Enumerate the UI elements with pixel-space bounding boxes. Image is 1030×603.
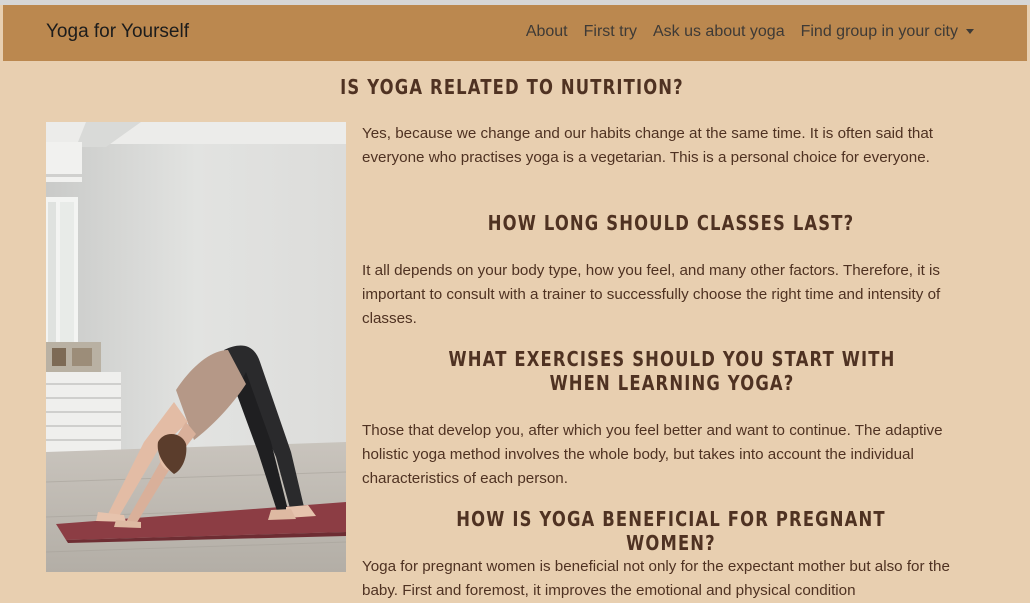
section-text: Yoga for pregnant women is beneficial no… (362, 558, 950, 599)
nav-dropdown-find-group[interactable]: Find group in your city (801, 23, 974, 41)
section-heading: HOW IS YOGA BENEFICIAL FOR PREGNANT WOME… (456, 507, 886, 555)
navbar: Yoga for Yourself About First try Ask us… (3, 5, 1027, 61)
section-heading: IS YOGA RELATED TO NUTRITION? (340, 75, 684, 99)
brand-link[interactable]: Yoga for Yourself (46, 21, 189, 43)
section-text: It all depends on your body type, how yo… (362, 262, 941, 327)
chevron-down-icon (966, 29, 974, 35)
nav-link-first-try[interactable]: First try (584, 23, 637, 41)
nav-dropdown-label: Find group in your city (800, 23, 958, 40)
nav-links: About First try Ask us about yoga Find g… (526, 23, 974, 41)
yoga-photo (46, 122, 346, 572)
yoga-downward-dog-photo (46, 122, 346, 572)
section-heading: HOW LONG SHOULD CLASSES LAST? (487, 211, 855, 235)
nav-link-about[interactable]: About (526, 23, 568, 41)
nav-link-ask-us[interactable]: Ask us about yoga (653, 23, 785, 41)
section-text: Yes, because we change and our habits ch… (362, 125, 934, 166)
section-heading: WHAT EXERCISES SHOULD YOU START WITH WHE… (448, 347, 896, 395)
section-text: Those that develop you, after which you … (362, 422, 943, 487)
